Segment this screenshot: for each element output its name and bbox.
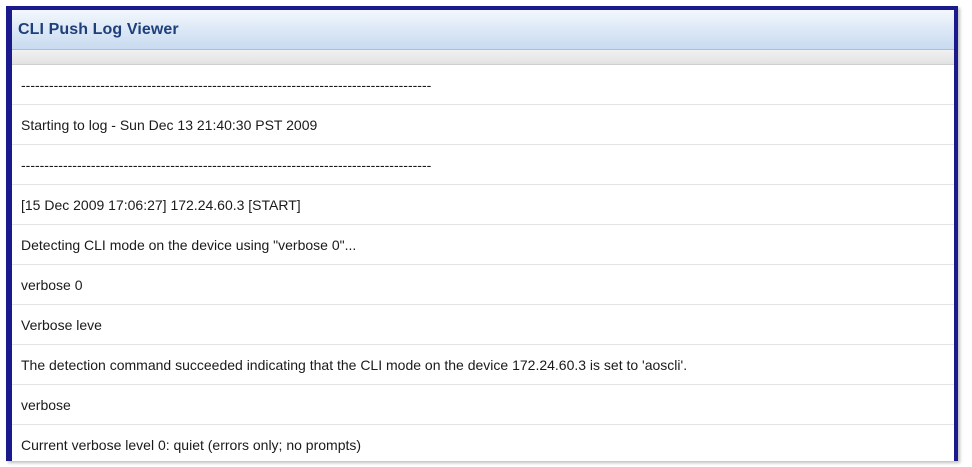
log-row: [15 Dec 2009 17:06:27] 172.24.60.3 [STAR… <box>12 185 954 225</box>
log-viewer-window: CLI Push Log Viewer --------------------… <box>6 6 958 461</box>
log-row: verbose <box>12 385 954 425</box>
log-header-strip <box>12 50 954 65</box>
window-titlebar: CLI Push Log Viewer <box>12 10 954 50</box>
log-row: Starting to log - Sun Dec 13 21:40:30 PS… <box>12 105 954 145</box>
log-row: Detecting CLI mode on the device using "… <box>12 225 954 265</box>
log-row: verbose 0 <box>12 265 954 305</box>
log-row: ----------------------------------------… <box>12 145 954 185</box>
log-row: ----------------------------------------… <box>12 65 954 105</box>
log-row: Current verbose level 0: quiet (errors o… <box>12 425 954 461</box>
log-row: The detection command succeeded indicati… <box>12 345 954 385</box>
log-row: Verbose leve <box>12 305 954 345</box>
log-list: ----------------------------------------… <box>12 65 954 461</box>
window-title: CLI Push Log Viewer <box>18 20 179 38</box>
